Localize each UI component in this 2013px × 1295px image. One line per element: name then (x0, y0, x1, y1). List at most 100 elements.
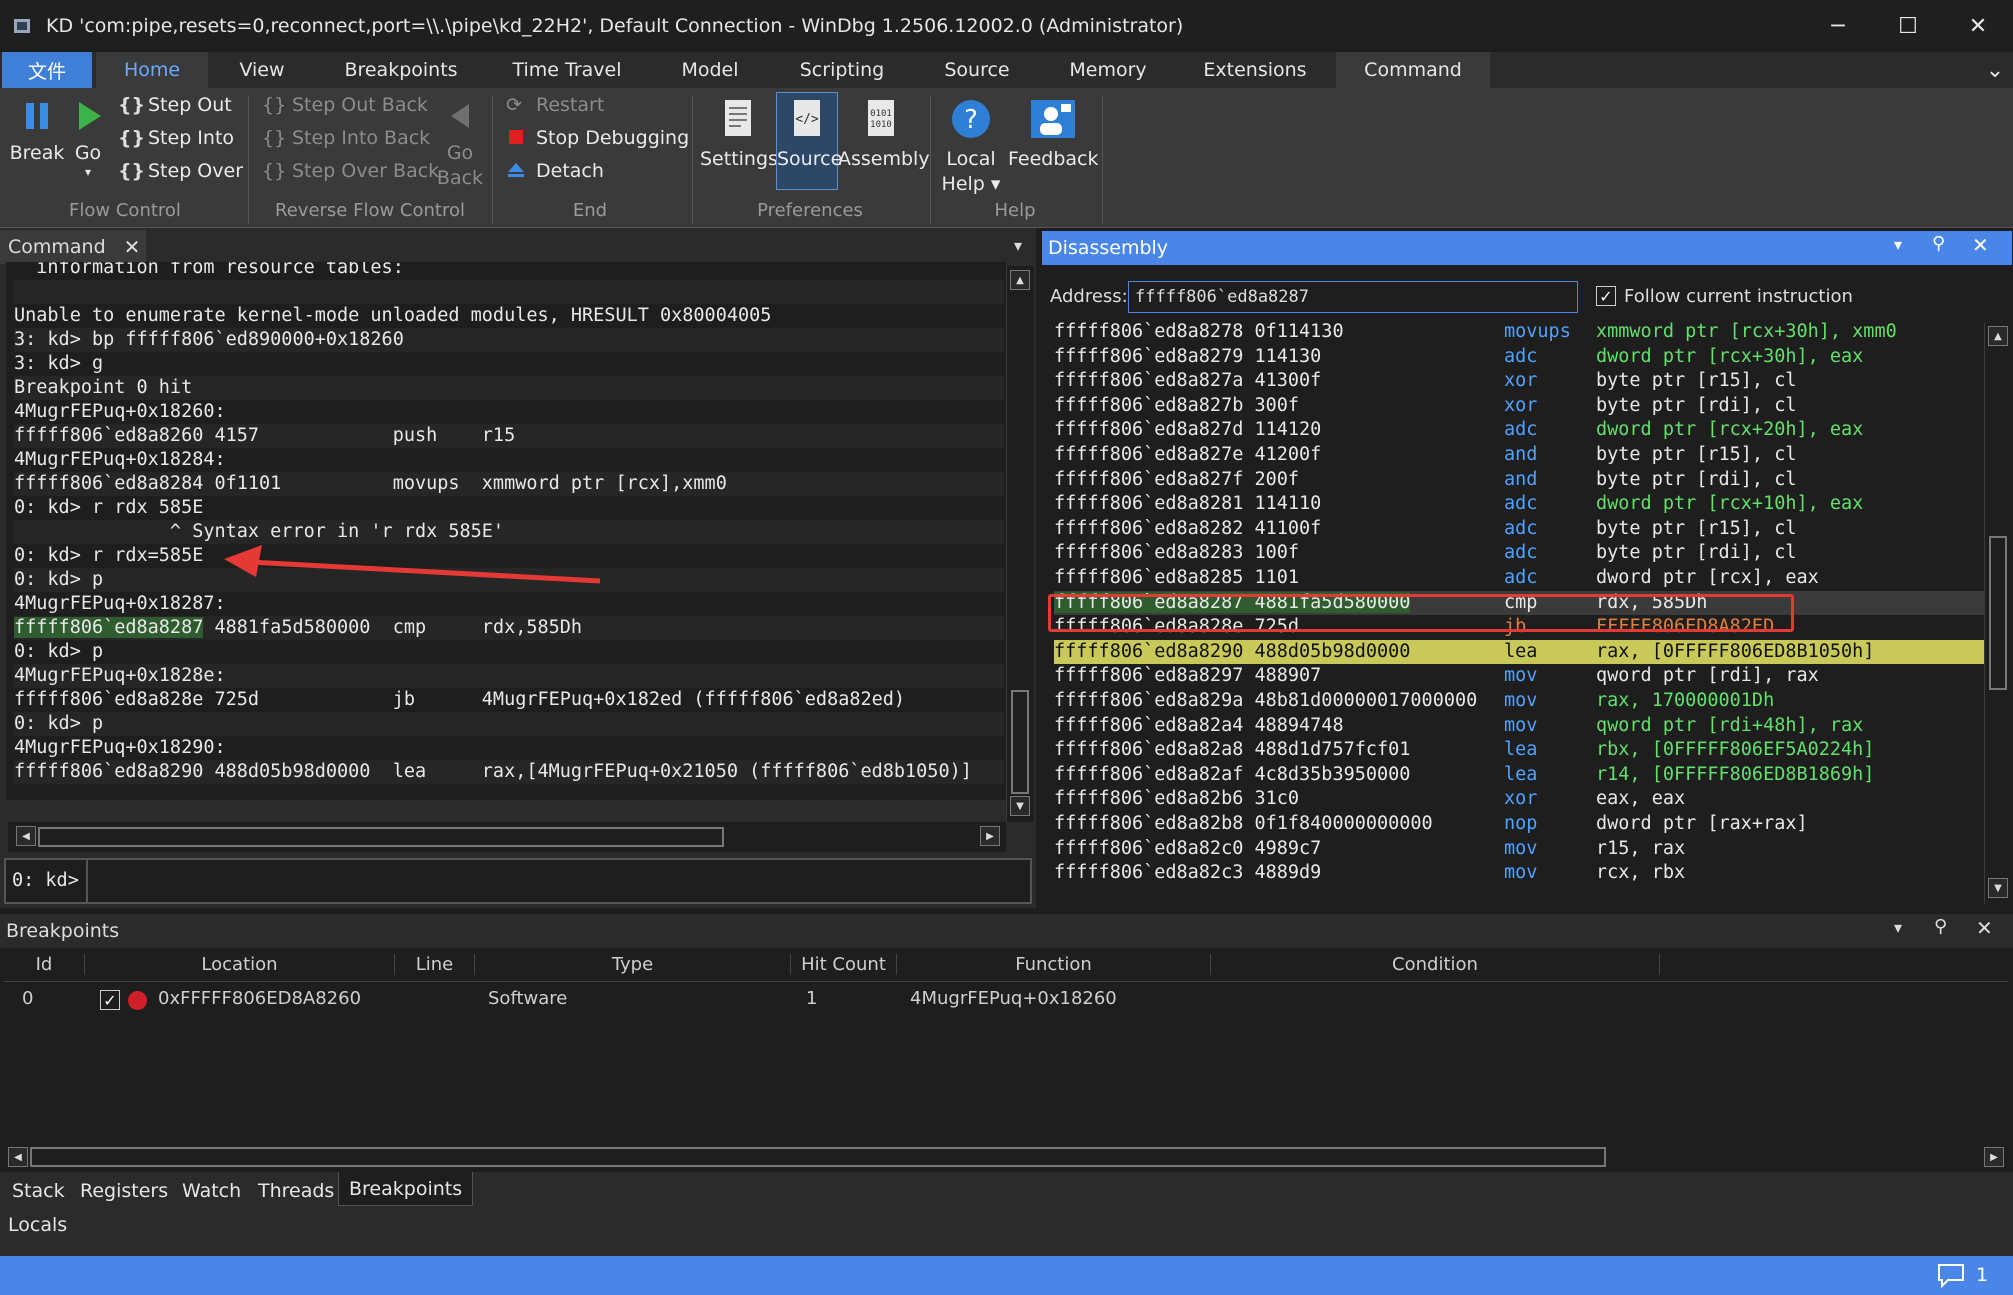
tab-file[interactable]: 文件 (2, 52, 92, 88)
step-over-back-button[interactable]: {} Step Over Back (262, 160, 439, 182)
stop-debugging-button[interactable]: Stop Debugging (506, 127, 689, 149)
scroll-thumb[interactable] (30, 1147, 1606, 1167)
disassembly-row[interactable]: fffff806`ed8a8285 1101 adc dword ptr [rcx]… (1054, 566, 1984, 590)
disassembly-row[interactable]: fffff806`ed8a827d 114120 adc dword ptr [rc… (1054, 418, 1984, 442)
tab-home[interactable]: Home (96, 52, 208, 88)
col-line[interactable]: Line (394, 954, 474, 975)
disassembly-row[interactable]: fffff806`ed8a829a 48b81d00000017000000 mo… (1054, 689, 1984, 713)
pane-dropdown-icon[interactable]: ▾ (1014, 236, 1022, 255)
follow-checkbox[interactable]: ✓ (1596, 286, 1616, 306)
col-function[interactable]: Function (896, 954, 1210, 975)
tab-stack[interactable]: Stack (12, 1176, 65, 1206)
tab-command[interactable]: Command (1336, 52, 1490, 88)
command-tab[interactable]: Command ✕ (0, 230, 146, 264)
disassembly-row[interactable]: fffff806`ed8a827f 200f and byte ptr [rdi],… (1054, 468, 1984, 492)
tab-time-travel[interactable]: Time Travel (500, 52, 634, 88)
command-output[interactable]: information from resource tables: Unable… (6, 262, 1006, 800)
tab-threads[interactable]: Threads (258, 1176, 334, 1206)
minimize-button[interactable]: ─ (1804, 0, 1872, 52)
scroll-up-arrow[interactable]: ▲ (1010, 270, 1030, 290)
tab-registers[interactable]: Registers (80, 1176, 168, 1206)
pin-icon[interactable]: ⚲ (1934, 916, 1947, 937)
scroll-right-arrow[interactable]: ▶ (980, 826, 1000, 846)
annotation-box (1048, 594, 1794, 632)
command-horizontal-scrollbar[interactable]: ◀ ▶ (8, 822, 1006, 852)
breakpoints-horizontal-scrollbar[interactable]: ◀ ▶ (6, 1144, 2008, 1170)
col-condition[interactable]: Condition (1210, 954, 1660, 975)
disassembly-row[interactable]: fffff806`ed8a8279 114130 adc dword ptr [rc… (1054, 345, 1984, 369)
feedback-button[interactable]: Feedback (1008, 98, 1098, 172)
close-window-button[interactable]: ✕ (1944, 0, 2012, 52)
scroll-down-arrow[interactable]: ▼ (1010, 796, 1030, 816)
col-id[interactable]: Id (4, 954, 84, 975)
disassembly-row[interactable]: fffff806`ed8a82c0 4989c7 mov r15, rax (1054, 837, 1984, 861)
tab-watch[interactable]: Watch (182, 1176, 241, 1206)
close-icon[interactable]: ✕ (1972, 233, 1989, 257)
settings-button[interactable]: Settings (700, 98, 778, 172)
disassembly-row[interactable]: fffff806`ed8a82af 4c8d35b3950000 lea r14, … (1054, 763, 1984, 787)
scroll-thumb[interactable] (38, 827, 724, 847)
close-icon[interactable]: ✕ (1976, 916, 1993, 940)
tab-scripting[interactable]: Scripting (790, 52, 894, 88)
disassembly-row[interactable]: fffff806`ed8a8290 488d05b98d0000 lea rax, … (1054, 639, 1984, 664)
scroll-thumb[interactable] (1011, 690, 1029, 794)
collapse-ribbon-icon[interactable]: ⌄ (1980, 52, 2010, 88)
detach-button[interactable]: Detach (506, 160, 604, 182)
tab-model[interactable]: Model (670, 52, 750, 88)
close-icon[interactable]: ✕ (124, 235, 141, 259)
command-vertical-scrollbar[interactable]: ▲ ▼ (1006, 266, 1034, 822)
disassembly-row[interactable]: fffff806`ed8a8278 0f114130 movups xmmword … (1054, 320, 1984, 344)
restart-button[interactable]: ⟳ Restart (506, 94, 604, 116)
disassembly-row[interactable]: fffff806`ed8a827e 41200f and byte ptr [r15… (1054, 443, 1984, 467)
tab-extensions[interactable]: Extensions (1196, 52, 1314, 88)
go-button[interactable]: Go ▾ (68, 98, 108, 178)
disassembly-row[interactable]: fffff806`ed8a82b6 31c0 xor eax, eax (1054, 787, 1984, 811)
step-out-back-button[interactable]: {} Step Out Back (262, 94, 428, 116)
notifications-button[interactable]: 1 (1936, 1262, 1988, 1288)
mnemonic: mov (1504, 837, 1538, 859)
scroll-left-arrow[interactable]: ◀ (8, 1147, 28, 1167)
tab-breakpoints-bottom[interactable]: Breakpoints (338, 1172, 474, 1206)
disassembly-row[interactable]: fffff806`ed8a82a4 48894748 mov qword ptr [… (1054, 714, 1984, 738)
step-out-button[interactable]: {} Step Out (118, 94, 232, 116)
break-button[interactable]: Break (8, 98, 66, 166)
pane-dropdown-icon[interactable]: ▾ (1894, 235, 1902, 254)
scroll-thumb[interactable] (1989, 536, 2007, 690)
go-back-button[interactable]: Go Back (436, 98, 484, 191)
tab-breakpoints[interactable]: Breakpoints (334, 52, 468, 88)
step-into-back-button[interactable]: {} Step Into Back (262, 127, 430, 149)
tab-view[interactable]: View (222, 52, 302, 88)
pane-dropdown-icon[interactable]: ▾ (1894, 918, 1902, 937)
disassembly-row[interactable]: fffff806`ed8a82b8 0f1f840000000000 nop dwo… (1054, 812, 1984, 836)
address-input[interactable] (1128, 281, 1578, 313)
col-hit-count[interactable]: Hit Count (790, 954, 896, 975)
tab-locals[interactable]: Locals (8, 1208, 67, 1242)
disassembly-row[interactable]: fffff806`ed8a827b 300f xor byte ptr [rdi],… (1054, 394, 1984, 418)
step-over-button[interactable]: {} Step Over (118, 160, 243, 182)
bp-enabled-checkbox[interactable]: ✓ (100, 990, 120, 1010)
local-help-button[interactable]: ? Local Help ▾ (938, 98, 1004, 197)
disassembly-row[interactable]: fffff806`ed8a8283 100f adc byte ptr [rdi],… (1054, 541, 1984, 565)
tab-memory[interactable]: Memory (1060, 52, 1156, 88)
disassembly-row[interactable]: fffff806`ed8a8297 488907 mov qword ptr [rd… (1054, 664, 1984, 688)
tab-source[interactable]: Source (936, 52, 1018, 88)
maximize-button[interactable]: ☐ (1874, 0, 1942, 52)
step-into-button[interactable]: {} Step Into (118, 127, 234, 149)
go-dropdown-icon[interactable]: ▾ (68, 166, 108, 178)
col-type[interactable]: Type (474, 954, 790, 975)
disassembly-row[interactable]: fffff806`ed8a82a8 488d1d757fcf01 lea rbx, … (1054, 738, 1984, 762)
disassembly-row[interactable]: fffff806`ed8a8281 114110 adc dword ptr [rc… (1054, 492, 1984, 516)
scroll-left-arrow[interactable]: ◀ (16, 826, 36, 846)
pin-icon[interactable]: ⚲ (1932, 233, 1945, 254)
disassembly-row[interactable]: fffff806`ed8a8282 41100f adc byte ptr [r15… (1054, 517, 1984, 541)
scroll-right-arrow[interactable]: ▶ (1984, 1147, 2004, 1167)
scroll-down-arrow[interactable]: ▼ (1988, 878, 2008, 898)
assembly-button[interactable]: 0101 1010 Assembly (838, 98, 930, 172)
scroll-up-arrow[interactable]: ▲ (1988, 326, 2008, 346)
command-input[interactable] (92, 864, 1022, 898)
disassembly-vertical-scrollbar[interactable]: ▲ ▼ (1984, 322, 2012, 904)
disassembly-row[interactable]: fffff806`ed8a827a 41300f xor byte ptr [r15… (1054, 369, 1984, 393)
col-location[interactable]: Location (84, 954, 394, 975)
source-button[interactable]: </> Source (776, 92, 842, 190)
disassembly-row[interactable]: fffff806`ed8a82c3 4889d9 mov rcx, rbx (1054, 861, 1984, 885)
